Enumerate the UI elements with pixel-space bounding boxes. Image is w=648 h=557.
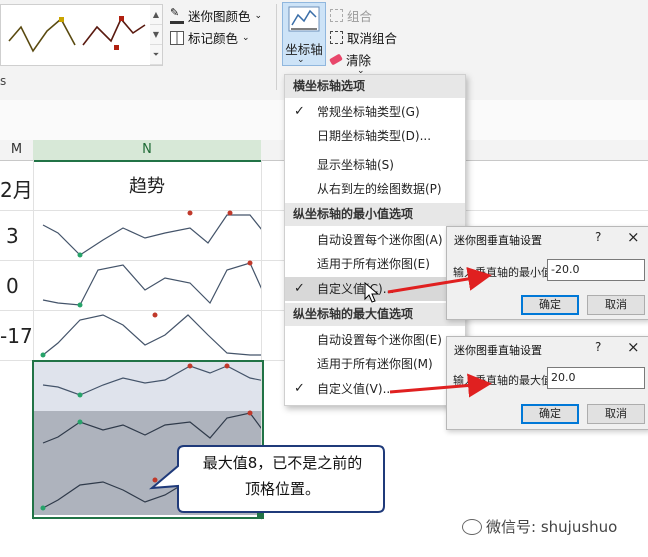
arrow-to-max-dialog [389,373,492,398]
watermark-text: 微信号: shujushuo [486,518,618,536]
callout-line-1: 最大值8，已不是之前的 [202,454,363,472]
arrow-to-min-dialog [387,267,492,294]
callout-line-2: 顶格位置。 [244,480,320,498]
wechat-icon [462,518,482,535]
watermark: 微信号: shujushuo [462,516,617,537]
callout-text: 最大值8，已不是之前的 顶格位置。 [190,450,375,502]
